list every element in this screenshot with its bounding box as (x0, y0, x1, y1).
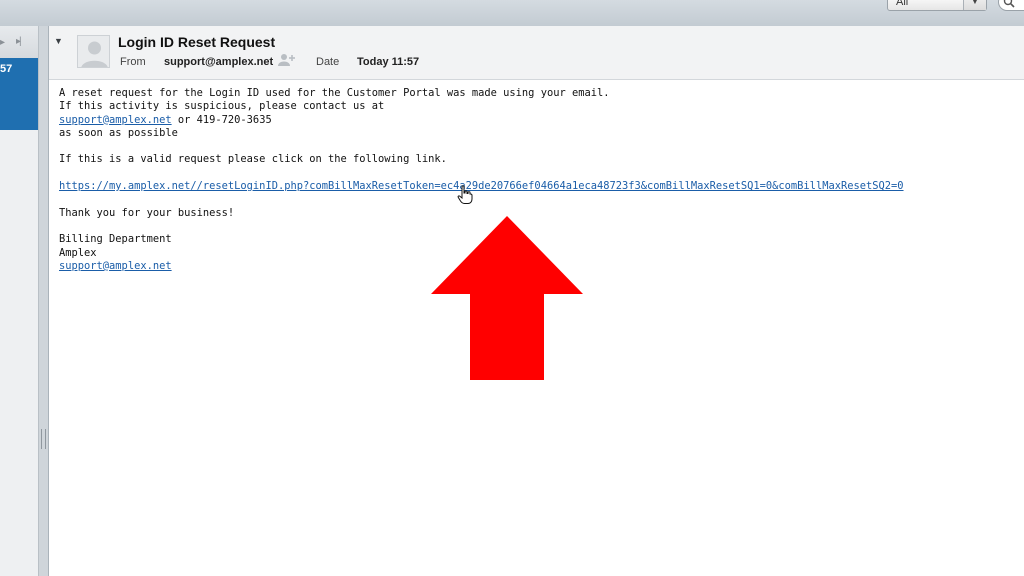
message-subject: Login ID Reset Request (118, 34, 276, 50)
pane-splitter[interactable] (39, 26, 48, 576)
reset-link-line: https://my.amplex.net//resetLoginID.php?… (59, 180, 1019, 193)
toolbar: All ▼ (0, 0, 1024, 26)
contact-line: support@amplex.net or 419-720-3635 (59, 114, 1019, 127)
signature-email-link[interactable]: support@amplex.net (59, 260, 172, 272)
support-email-link[interactable]: support@amplex.net (59, 114, 172, 126)
message-time: 57 (0, 63, 13, 75)
person-silhouette-icon (81, 41, 108, 67)
reset-login-link[interactable]: https://my.amplex.net//resetLoginID.php?… (59, 180, 904, 192)
filter-select[interactable]: All ▼ (887, 0, 987, 11)
body-line: If this is a valid request please click … (59, 153, 447, 166)
search-icon (1003, 0, 1015, 8)
add-contact-icon[interactable] (278, 53, 296, 67)
next-last-arrow-icon[interactable]: ▸| (16, 36, 21, 47)
body-line: If this activity is suspicious, please c… (59, 100, 385, 113)
collapse-triangle-icon[interactable]: ▼ (54, 36, 63, 46)
message-nav-bar: ▸ ▸| (0, 26, 38, 58)
avatar (77, 35, 110, 68)
sender-address[interactable]: support@amplex.net (164, 56, 273, 68)
search-input[interactable] (998, 0, 1024, 11)
red-arrow-annotation (431, 216, 583, 380)
message-list-pane: ▸ ▸| 57 (0, 26, 39, 576)
date-label: Date (316, 56, 340, 68)
selected-message-row[interactable]: 57 (0, 58, 38, 130)
from-label: From (120, 56, 146, 68)
phone-text: or 419-720-3635 (171, 113, 272, 126)
body-line: as soon as possible (59, 126, 178, 139)
chevron-down-icon: ▼ (963, 0, 986, 10)
filter-select-value: All (896, 0, 909, 8)
splitter-grip-icon[interactable] (41, 429, 46, 449)
previous-arrow-icon[interactable]: ▸ (0, 37, 5, 48)
body-line: A reset request for the Login ID used fo… (59, 87, 610, 99)
message-header: ▼ Login ID Reset Request From support@am… (49, 26, 1024, 80)
date-value: Today 11:57 (357, 56, 420, 68)
hand-pointer-cursor-icon (457, 185, 473, 204)
